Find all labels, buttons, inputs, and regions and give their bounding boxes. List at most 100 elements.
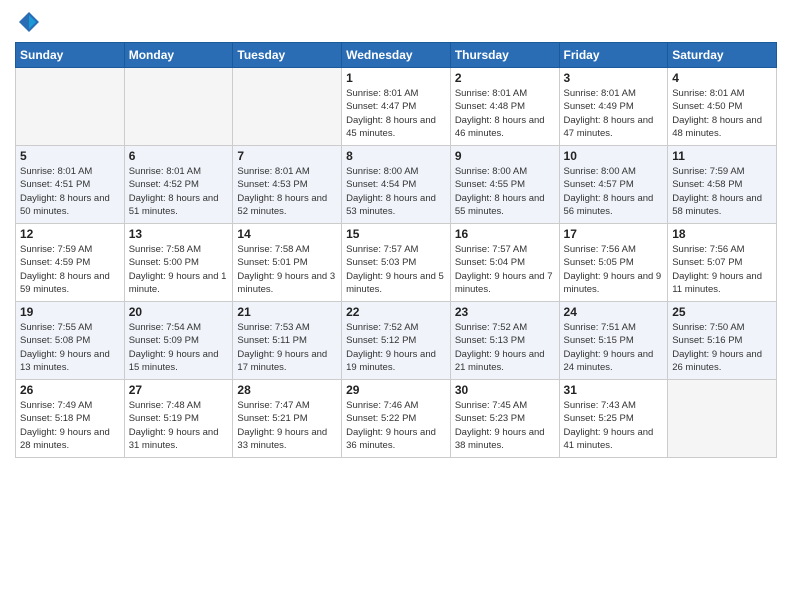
day-number: 27 bbox=[129, 383, 229, 397]
day-number: 18 bbox=[672, 227, 772, 241]
calendar-cell: 16 Sunrise: 7:57 AM Sunset: 5:04 PM Dayli… bbox=[450, 224, 559, 302]
day-info: Sunrise: 7:43 AM Sunset: 5:25 PM Dayligh… bbox=[564, 399, 664, 452]
logo bbox=[15, 10, 41, 34]
calendar-cell: 19Sunrise: 7:55 AM Sunset: 5:08 PM Dayli… bbox=[16, 302, 125, 380]
day-info: Sunrise: 7:56 AM Sunset: 5:05 PM Dayligh… bbox=[564, 243, 664, 296]
calendar-cell: 26 Sunrise: 7:49 AM Sunset: 5:18 PM Dayli… bbox=[16, 380, 125, 458]
day-info: Sunrise: 7:58 AM Sunset: 5:00 PM Dayligh… bbox=[129, 243, 229, 296]
day-info: Sunrise: 7:50 AM Sunset: 5:16 PM Dayligh… bbox=[672, 321, 772, 374]
day-number: 19 bbox=[20, 305, 120, 319]
day-number: 12 bbox=[20, 227, 120, 241]
day-info: Sunrise: 8:00 AM Sunset: 4:57 PM Dayligh… bbox=[564, 165, 664, 218]
day-number: 4 bbox=[672, 71, 772, 85]
day-number: 13 bbox=[129, 227, 229, 241]
weekday-header-saturday: Saturday bbox=[668, 43, 777, 68]
calendar-cell: 13 Sunrise: 7:58 AM Sunset: 5:00 PM Dayli… bbox=[124, 224, 233, 302]
calendar-cell: 17 Sunrise: 7:56 AM Sunset: 5:05 PM Dayli… bbox=[559, 224, 668, 302]
day-number: 6 bbox=[129, 149, 229, 163]
day-number: 16 bbox=[455, 227, 555, 241]
calendar-cell bbox=[233, 68, 342, 146]
day-info: Sunrise: 7:57 AM Sunset: 5:04 PM Dayligh… bbox=[455, 243, 555, 296]
day-info: Sunrise: 8:01 AM Sunset: 4:53 PM Dayligh… bbox=[237, 165, 337, 218]
day-info: Sunrise: 8:01 AM Sunset: 4:50 PM Dayligh… bbox=[672, 87, 772, 140]
calendar-cell: 3 Sunrise: 8:01 AM Sunset: 4:49 PM Daylig… bbox=[559, 68, 668, 146]
day-number: 25 bbox=[672, 305, 772, 319]
calendar-cell: 14Sunrise: 7:58 AM Sunset: 5:01 PM Dayli… bbox=[233, 224, 342, 302]
day-info: Sunrise: 8:01 AM Sunset: 4:49 PM Dayligh… bbox=[564, 87, 664, 140]
calendar-cell: 15 Sunrise: 7:57 AM Sunset: 5:03 PM Dayli… bbox=[342, 224, 451, 302]
weekday-header-wednesday: Wednesday bbox=[342, 43, 451, 68]
header bbox=[15, 10, 777, 34]
day-info: Sunrise: 7:46 AM Sunset: 5:22 PM Dayligh… bbox=[346, 399, 446, 452]
weekday-header-friday: Friday bbox=[559, 43, 668, 68]
calendar-cell: 30 Sunrise: 7:45 AM Sunset: 5:23 PM Dayli… bbox=[450, 380, 559, 458]
day-info: Sunrise: 8:00 AM Sunset: 4:54 PM Dayligh… bbox=[346, 165, 446, 218]
day-info: Sunrise: 7:59 AM Sunset: 4:59 PM Dayligh… bbox=[20, 243, 120, 296]
day-info: Sunrise: 8:01 AM Sunset: 4:52 PM Dayligh… bbox=[129, 165, 229, 218]
day-number: 2 bbox=[455, 71, 555, 85]
calendar-cell: 31 Sunrise: 7:43 AM Sunset: 5:25 PM Dayli… bbox=[559, 380, 668, 458]
day-number: 26 bbox=[20, 383, 120, 397]
calendar-cell: 8 Sunrise: 8:00 AM Sunset: 4:54 PM Daylig… bbox=[342, 146, 451, 224]
day-info: Sunrise: 7:49 AM Sunset: 5:18 PM Dayligh… bbox=[20, 399, 120, 452]
day-info: Sunrise: 7:47 AM Sunset: 5:21 PM Dayligh… bbox=[237, 399, 337, 452]
day-info: Sunrise: 8:01 AM Sunset: 4:48 PM Dayligh… bbox=[455, 87, 555, 140]
calendar-week-2: 5 Sunrise: 8:01 AM Sunset: 4:51 PM Daylig… bbox=[16, 146, 777, 224]
day-info: Sunrise: 7:48 AM Sunset: 5:19 PM Dayligh… bbox=[129, 399, 229, 452]
day-number: 15 bbox=[346, 227, 446, 241]
day-info: Sunrise: 7:57 AM Sunset: 5:03 PM Dayligh… bbox=[346, 243, 446, 296]
calendar-cell: 12 Sunrise: 7:59 AM Sunset: 4:59 PM Dayli… bbox=[16, 224, 125, 302]
day-number: 5 bbox=[20, 149, 120, 163]
calendar-cell: 18 Sunrise: 7:56 AM Sunset: 5:07 PM Dayli… bbox=[668, 224, 777, 302]
logo-icon bbox=[17, 10, 41, 34]
day-number: 31 bbox=[564, 383, 664, 397]
calendar-cell: 24 Sunrise: 7:51 AM Sunset: 5:15 PM Dayli… bbox=[559, 302, 668, 380]
day-info: Sunrise: 7:54 AM Sunset: 5:09 PM Dayligh… bbox=[129, 321, 229, 374]
calendar-cell: 7Sunrise: 8:01 AM Sunset: 4:53 PM Daylig… bbox=[233, 146, 342, 224]
day-info: Sunrise: 8:00 AM Sunset: 4:55 PM Dayligh… bbox=[455, 165, 555, 218]
day-number: 29 bbox=[346, 383, 446, 397]
day-number: 24 bbox=[564, 305, 664, 319]
page: SundayMondayTuesdayWednesdayThursdayFrid… bbox=[0, 0, 792, 612]
day-number: 20 bbox=[129, 305, 229, 319]
calendar-cell: 10 Sunrise: 8:00 AM Sunset: 4:57 PM Dayli… bbox=[559, 146, 668, 224]
calendar-cell bbox=[124, 68, 233, 146]
weekday-header-sunday: Sunday bbox=[16, 43, 125, 68]
calendar-week-4: 19Sunrise: 7:55 AM Sunset: 5:08 PM Dayli… bbox=[16, 302, 777, 380]
calendar-cell: 9 Sunrise: 8:00 AM Sunset: 4:55 PM Daylig… bbox=[450, 146, 559, 224]
day-info: Sunrise: 8:01 AM Sunset: 4:47 PM Dayligh… bbox=[346, 87, 446, 140]
day-info: Sunrise: 7:52 AM Sunset: 5:12 PM Dayligh… bbox=[346, 321, 446, 374]
day-number: 28 bbox=[237, 383, 337, 397]
calendar-week-5: 26 Sunrise: 7:49 AM Sunset: 5:18 PM Dayli… bbox=[16, 380, 777, 458]
day-number: 22 bbox=[346, 305, 446, 319]
day-info: Sunrise: 7:53 AM Sunset: 5:11 PM Dayligh… bbox=[237, 321, 337, 374]
day-number: 11 bbox=[672, 149, 772, 163]
calendar-cell: 21Sunrise: 7:53 AM Sunset: 5:11 PM Dayli… bbox=[233, 302, 342, 380]
day-info: Sunrise: 7:51 AM Sunset: 5:15 PM Dayligh… bbox=[564, 321, 664, 374]
day-number: 10 bbox=[564, 149, 664, 163]
day-number: 17 bbox=[564, 227, 664, 241]
calendar-cell: 20 Sunrise: 7:54 AM Sunset: 5:09 PM Dayli… bbox=[124, 302, 233, 380]
calendar-cell: 4 Sunrise: 8:01 AM Sunset: 4:50 PM Daylig… bbox=[668, 68, 777, 146]
day-info: Sunrise: 8:01 AM Sunset: 4:51 PM Dayligh… bbox=[20, 165, 120, 218]
day-number: 8 bbox=[346, 149, 446, 163]
calendar-cell: 25 Sunrise: 7:50 AM Sunset: 5:16 PM Dayli… bbox=[668, 302, 777, 380]
day-info: Sunrise: 7:59 AM Sunset: 4:58 PM Dayligh… bbox=[672, 165, 772, 218]
day-number: 30 bbox=[455, 383, 555, 397]
calendar-cell: 27 Sunrise: 7:48 AM Sunset: 5:19 PM Dayli… bbox=[124, 380, 233, 458]
calendar-cell: 2 Sunrise: 8:01 AM Sunset: 4:48 PM Daylig… bbox=[450, 68, 559, 146]
calendar-cell bbox=[668, 380, 777, 458]
day-info: Sunrise: 7:56 AM Sunset: 5:07 PM Dayligh… bbox=[672, 243, 772, 296]
weekday-header-row: SundayMondayTuesdayWednesdayThursdayFrid… bbox=[16, 43, 777, 68]
day-number: 3 bbox=[564, 71, 664, 85]
weekday-header-tuesday: Tuesday bbox=[233, 43, 342, 68]
calendar-week-3: 12 Sunrise: 7:59 AM Sunset: 4:59 PM Dayli… bbox=[16, 224, 777, 302]
day-number: 1 bbox=[346, 71, 446, 85]
calendar-cell: 29 Sunrise: 7:46 AM Sunset: 5:22 PM Dayli… bbox=[342, 380, 451, 458]
day-info: Sunrise: 7:52 AM Sunset: 5:13 PM Dayligh… bbox=[455, 321, 555, 374]
calendar-cell: 1 Sunrise: 8:01 AM Sunset: 4:47 PM Daylig… bbox=[342, 68, 451, 146]
calendar-cell: 11 Sunrise: 7:59 AM Sunset: 4:58 PM Dayli… bbox=[668, 146, 777, 224]
day-number: 9 bbox=[455, 149, 555, 163]
day-info: Sunrise: 7:45 AM Sunset: 5:23 PM Dayligh… bbox=[455, 399, 555, 452]
calendar-cell: 6 Sunrise: 8:01 AM Sunset: 4:52 PM Daylig… bbox=[124, 146, 233, 224]
